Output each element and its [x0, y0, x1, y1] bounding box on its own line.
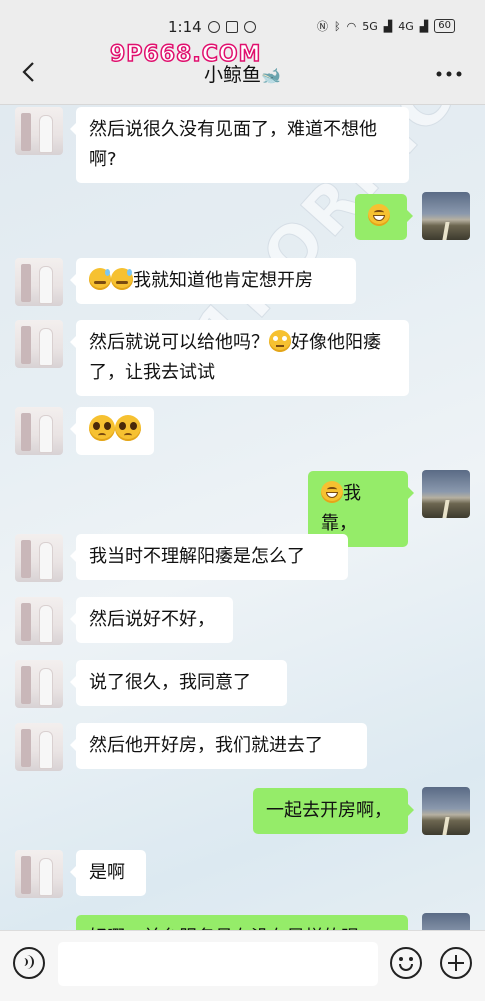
- message-text: 然后就说可以给他吗？: [89, 332, 269, 353]
- grin-emoji-icon: [368, 204, 390, 226]
- message-notification-icon: [207, 21, 220, 33]
- message-bubble[interactable]: 好嘢，前台服务员有没有异样的眼: [76, 915, 408, 930]
- network-label-5g: 5G: [362, 19, 378, 33]
- eye-roll-emoji-icon: [269, 330, 291, 352]
- battery-icon: 60: [434, 19, 455, 33]
- my-avatar[interactable]: [422, 787, 470, 835]
- sweat-smile-emoji-icon: [89, 268, 111, 290]
- contact-avatar[interactable]: [15, 320, 63, 368]
- message-text: 我就知道他肯定想开房: [133, 270, 313, 291]
- contact-avatar[interactable]: [15, 850, 63, 898]
- pleading-emoji-icon: [89, 415, 115, 441]
- grin-emoji-icon: [321, 481, 343, 503]
- my-avatar[interactable]: [422, 470, 470, 518]
- message-bubble[interactable]: 一起去开房啊，: [253, 788, 414, 834]
- message-bubble[interactable]: 然后说好不好，: [70, 597, 233, 643]
- message-input[interactable]: [58, 942, 378, 986]
- message-bubble[interactable]: 是啊: [70, 850, 146, 896]
- wifi-icon: ◠: [346, 19, 357, 33]
- whale-icon: 🐋: [261, 66, 281, 85]
- my-avatar[interactable]: [422, 192, 470, 240]
- contact-avatar[interactable]: [15, 107, 63, 155]
- signal-icon: ▟: [383, 19, 393, 33]
- signal-icon: ▟: [419, 19, 429, 33]
- chat-area[interactable]: 91PORN.COM 然后说很久没有见面了，难道不想他啊? 我就知道他肯定想开房…: [0, 105, 485, 930]
- message-bubble[interactable]: [70, 407, 154, 455]
- contact-avatar[interactable]: [15, 258, 63, 306]
- contact-name: 小鲸鱼: [204, 64, 262, 86]
- voice-icon[interactable]: [13, 947, 45, 979]
- message-bubble[interactable]: 然后他开好房，我们就进去了: [70, 723, 367, 769]
- network-label-4g: 4G: [398, 19, 414, 33]
- watermark-top: 9P668.COM: [109, 41, 262, 68]
- message-bubble[interactable]: 我就知道他肯定想开房: [70, 258, 356, 304]
- contact-avatar[interactable]: [15, 534, 63, 582]
- pleading-emoji-icon: [115, 415, 141, 441]
- upload-notification-icon: [225, 21, 238, 33]
- message-bubble[interactable]: 我当时不理解阳痿是怎么了: [70, 534, 348, 580]
- plus-icon[interactable]: [440, 947, 472, 979]
- contact-avatar[interactable]: [15, 407, 63, 455]
- contact-avatar[interactable]: [15, 660, 63, 708]
- message-bubble[interactable]: 然后说很久没有见面了，难道不想他啊?: [70, 107, 409, 183]
- status-left: 1:14: [168, 18, 256, 36]
- sweat-smile-emoji-icon: [111, 268, 133, 290]
- app-notification-icon: [243, 21, 256, 33]
- message-bubble[interactable]: [355, 194, 413, 240]
- nfc-icon: Ⓝ: [317, 20, 329, 33]
- contact-avatar[interactable]: [15, 723, 63, 771]
- contact-avatar[interactable]: [15, 597, 63, 645]
- emoji-icon[interactable]: [390, 947, 422, 979]
- my-avatar[interactable]: [422, 913, 470, 930]
- bluetooth-icon: ᛒ: [334, 19, 341, 33]
- input-bar: [0, 930, 485, 1001]
- status-right: Ⓝ ᛒ ◠ 5G ▟ 4G ▟ 60: [317, 18, 455, 34]
- message-bubble[interactable]: 说了很久，我同意了: [70, 660, 287, 706]
- message-bubble[interactable]: 然后就说可以给他吗？ 好像他阳痿了，让我去试试: [70, 320, 409, 396]
- more-dots-icon[interactable]: [435, 70, 463, 78]
- status-time: 1:14: [168, 18, 202, 36]
